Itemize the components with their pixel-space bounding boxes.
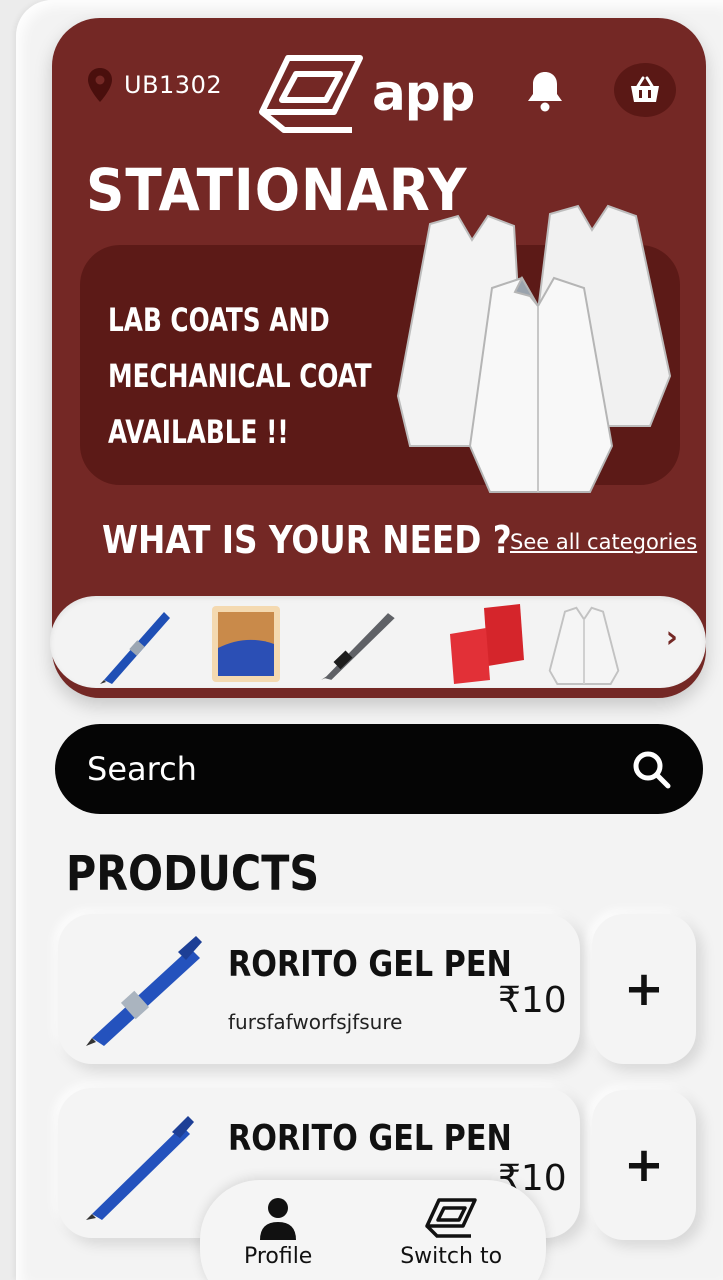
search-input[interactable]	[87, 750, 631, 788]
chevron-right-icon[interactable]: ›	[666, 620, 678, 655]
banner-line: LAB COATS AND	[108, 301, 330, 339]
logo-text: app	[372, 64, 475, 122]
blue-pen-icon	[100, 612, 170, 684]
location-selector[interactable]: UB1302	[88, 68, 222, 102]
bandage-icon	[212, 606, 280, 682]
black-pen-icon	[321, 613, 395, 680]
red-notebook-icon	[450, 604, 524, 684]
need-heading: WHAT IS YOUR NEED ?	[102, 518, 512, 562]
add-to-cart-button[interactable]: +	[592, 1090, 696, 1240]
category-blue-pen[interactable]	[94, 604, 174, 684]
person-icon	[260, 1198, 297, 1240]
search-icon[interactable]	[631, 749, 671, 789]
nav-switch[interactable]: Switch to	[400, 1196, 502, 1280]
nav-switch-label: Switch to	[400, 1244, 503, 1269]
product-description: fursfafworfsjfsure	[228, 1010, 403, 1034]
banner-line: MECHANICAL COAT	[108, 357, 372, 395]
bell-icon	[528, 72, 562, 112]
category-bandage[interactable]	[206, 604, 286, 684]
logo-icon	[259, 55, 363, 133]
see-all-categories-link[interactable]: See all categories	[510, 530, 697, 554]
gel-pen-image	[86, 936, 202, 1046]
product-card[interactable]: RORITO GEL PEN fursfafworfsjfsure ₹10	[58, 914, 580, 1064]
category-red-notebook[interactable]	[446, 604, 526, 684]
add-to-cart-button[interactable]: +	[592, 914, 696, 1064]
nav-profile[interactable]: Profile	[244, 1196, 312, 1280]
cart-button[interactable]	[614, 63, 676, 117]
bottom-navigation: Profile Switch to	[200, 1180, 546, 1280]
switch-logo-icon	[425, 1198, 477, 1238]
lab-coats-image	[396, 204, 672, 493]
location-pin-icon	[88, 68, 112, 102]
banner-line: AVAILABLE !!	[108, 413, 289, 451]
location-code: UB1302	[124, 71, 223, 99]
products-heading: PRODUCTS	[66, 846, 320, 902]
product-name: RORITO GEL PEN	[228, 944, 512, 985]
lab-coat-icon	[548, 606, 620, 685]
product-name: RORITO GEL PEN	[228, 1118, 512, 1159]
category-strip: ›	[50, 596, 706, 688]
basket-icon	[631, 76, 659, 102]
product-price: ₹10	[498, 980, 567, 1021]
app-logo: app	[256, 52, 475, 134]
search-bar[interactable]	[55, 724, 703, 814]
promo-banner-text: LAB COATS AND MECHANICAL COAT AVAILABLE …	[108, 292, 372, 460]
category-lab-coat[interactable]	[544, 604, 624, 685]
notifications-button[interactable]	[526, 70, 564, 116]
category-black-pen[interactable]	[318, 604, 398, 684]
gel-pen-image	[86, 1116, 194, 1220]
nav-profile-label: Profile	[243, 1244, 313, 1269]
